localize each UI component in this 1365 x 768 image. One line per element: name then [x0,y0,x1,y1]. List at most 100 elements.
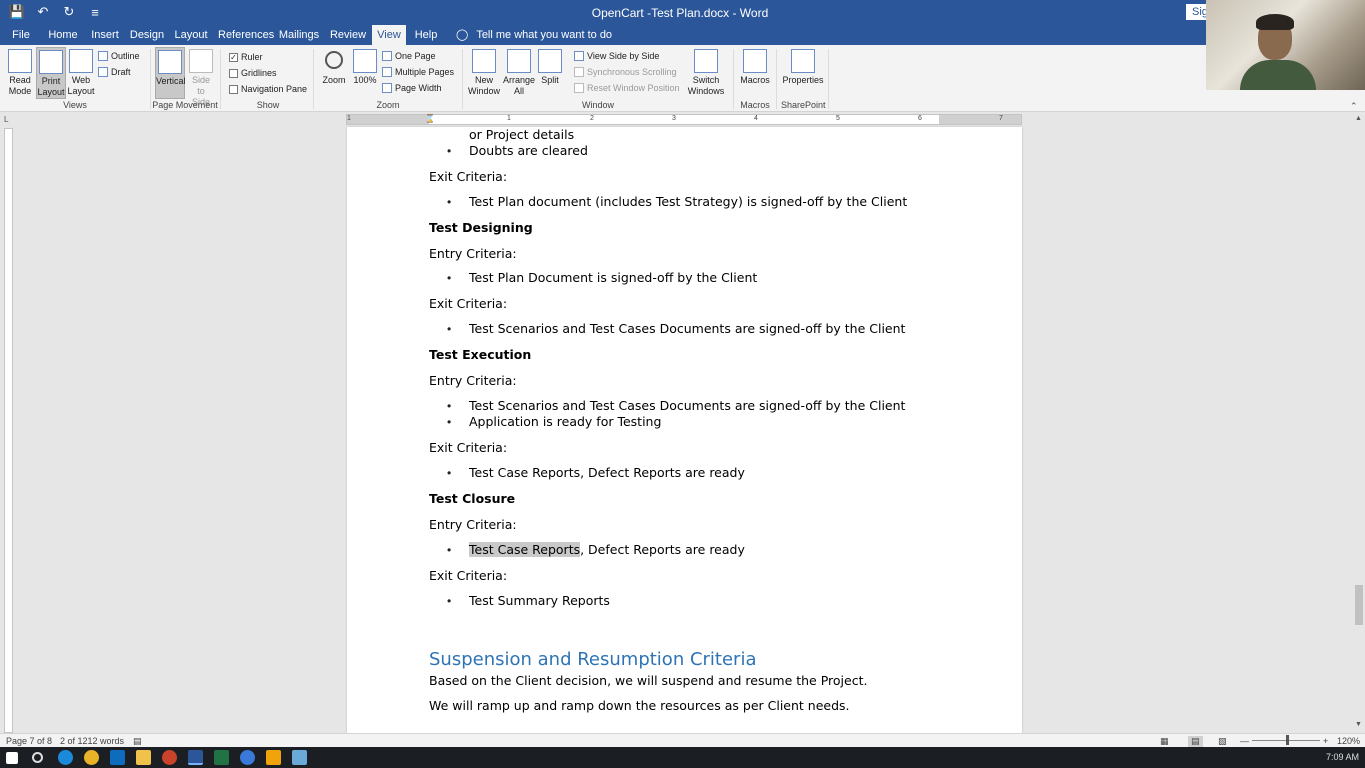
arrange-all-button[interactable]: Arrange All [502,47,536,97]
read-mode-button[interactable]: Read Mode [4,47,36,97]
document-page[interactable]: or Project details • Doubts are cleared … [347,127,1022,733]
search-icon[interactable] [32,752,43,763]
navigation-pane-checkbox[interactable]: Navigation Pane [229,82,307,96]
read-mode-view-icon[interactable]: ▦ [1160,736,1169,747]
excel-icon[interactable] [214,750,229,765]
tab-help[interactable]: Help [410,25,442,45]
save-icon[interactable]: 💾 [8,3,26,21]
print-layout-button[interactable]: Print Layout [36,47,66,99]
zoom-level[interactable]: 120% [1337,736,1360,746]
sharepoint-group-label: SharePoint [781,100,826,110]
bullet-icon: • [447,322,452,336]
tab-selector[interactable]: L [4,115,8,124]
split-button[interactable]: Split [537,47,563,86]
gridlines-checkbox[interactable]: Gridlines [229,66,277,80]
side-to-side-button[interactable]: Side to Side [187,47,215,108]
powerpoint-icon[interactable] [162,750,177,765]
macros-button[interactable]: Macros [738,47,772,86]
tab-references[interactable]: References [218,25,274,45]
redo-icon[interactable]: ↻ [60,3,78,21]
outlook-icon[interactable] [110,750,125,765]
page-count[interactable]: Page 7 of 8 [6,736,52,746]
paragraph: Based on the Client decision, we will su… [429,673,868,688]
zoom-out-icon[interactable]: — [1240,736,1249,746]
windows-start-icon[interactable] [6,752,18,764]
app-icon[interactable] [292,750,307,765]
page-width-button[interactable]: Page Width [382,81,442,95]
draft-button[interactable]: Draft [98,65,131,79]
outline-button[interactable]: Outline [98,49,140,63]
chrome-icon[interactable] [84,750,99,765]
ruler-label: Ruler [241,52,263,62]
properties-label: Properties [782,75,824,85]
zoom-button[interactable]: Zoom [320,47,348,86]
bullet-icon: • [447,144,452,158]
multiple-pages-button[interactable]: Multiple Pages [382,65,454,79]
draft-label: Draft [111,67,131,77]
selected-text[interactable]: Test Case Reports [469,542,581,557]
bullet-icon: • [447,594,452,608]
one-page-button[interactable]: One Page [382,49,436,63]
scroll-up-icon[interactable]: ▲ [1355,115,1362,122]
tab-insert[interactable]: Insert [88,25,122,45]
word-icon[interactable] [188,750,203,765]
word-count[interactable]: 2 of 1212 words [60,736,124,746]
web-layout-button[interactable]: Web Layout [66,47,96,97]
tab-mailings[interactable]: Mailings [278,25,320,45]
new-window-button[interactable]: New Window [467,47,501,97]
vertical-button[interactable]: Vertical [155,47,186,99]
zoom-in-icon[interactable]: + [1323,736,1328,746]
synchronous-scrolling-button[interactable]: Synchronous Scrolling [574,65,677,79]
web-layout-label: Web Layout [67,75,95,96]
list-item-text: Test Summary Reports [469,593,610,608]
properties-button[interactable]: Properties [781,47,825,86]
tab-view[interactable]: View [372,25,406,45]
vertical-scrollbar[interactable]: ▲ ▼ [1353,113,1365,733]
tab-file[interactable]: File [8,25,34,45]
zoom-slider-thumb[interactable] [1286,735,1289,745]
undo-icon[interactable]: ↶ [34,3,52,21]
synchronous-scrolling-label: Synchronous Scrolling [587,67,677,77]
list-item-text: Test Case Reports, Defect Reports are re… [469,542,745,557]
webcam-person-body [1240,60,1316,90]
tab-review[interactable]: Review [328,25,368,45]
new-window-label: New Window [467,75,500,96]
scroll-thumb[interactable] [1355,585,1363,625]
exit-criteria-label: Exit Criteria: [429,296,508,311]
tab-layout[interactable]: Layout [172,25,210,45]
taskbar-clock[interactable]: 7:09 AM [1326,752,1359,762]
ruler-checkbox[interactable]: ✓ Ruler [229,50,263,64]
separator [776,49,777,109]
collapse-ribbon-icon[interactable]: ⌃ [1350,101,1358,112]
proofing-icon[interactable]: ▤ [133,736,142,747]
tab-design[interactable]: Design [128,25,166,45]
switch-windows-button[interactable]: Switch Windows [684,47,728,97]
switch-windows-icon [694,49,718,73]
reset-window-position-button[interactable]: Reset Window Position [574,81,680,95]
tell-me-search[interactable]: ◯ Tell me what you want to do [456,28,612,42]
separator [313,49,314,109]
scroll-down-icon[interactable]: ▼ [1355,721,1362,728]
views-group-label: Views [63,100,87,110]
side-by-side-icon [574,51,584,61]
ruler-number: 7 [999,115,1003,122]
file-explorer-icon[interactable] [136,750,151,765]
web-layout-view-icon[interactable]: ▧ [1218,736,1227,747]
sticky-notes-icon[interactable] [266,750,281,765]
view-side-by-side-button[interactable]: View Side by Side [574,49,659,63]
customize-toolbar-icon[interactable]: ≡ [86,3,104,21]
print-layout-view-icon[interactable]: ▤ [1188,736,1203,747]
multiple-pages-icon [382,67,392,77]
tab-home[interactable]: Home [46,25,80,45]
webcam-overlay [1206,0,1365,90]
macros-icon [743,49,767,73]
bullet-icon: • [447,415,452,429]
indent-marker-icon[interactable]: ⌛ [425,114,435,123]
zoom-app-icon[interactable] [240,750,255,765]
edge-icon[interactable] [58,750,73,765]
separator [828,49,829,109]
vertical-ruler[interactable] [4,128,13,733]
outline-icon [98,51,108,61]
zoom-100-button[interactable]: 100% [352,47,378,86]
horizontal-ruler[interactable]: 1 1 2 3 4 5 6 7 ⌛ [346,114,1022,125]
